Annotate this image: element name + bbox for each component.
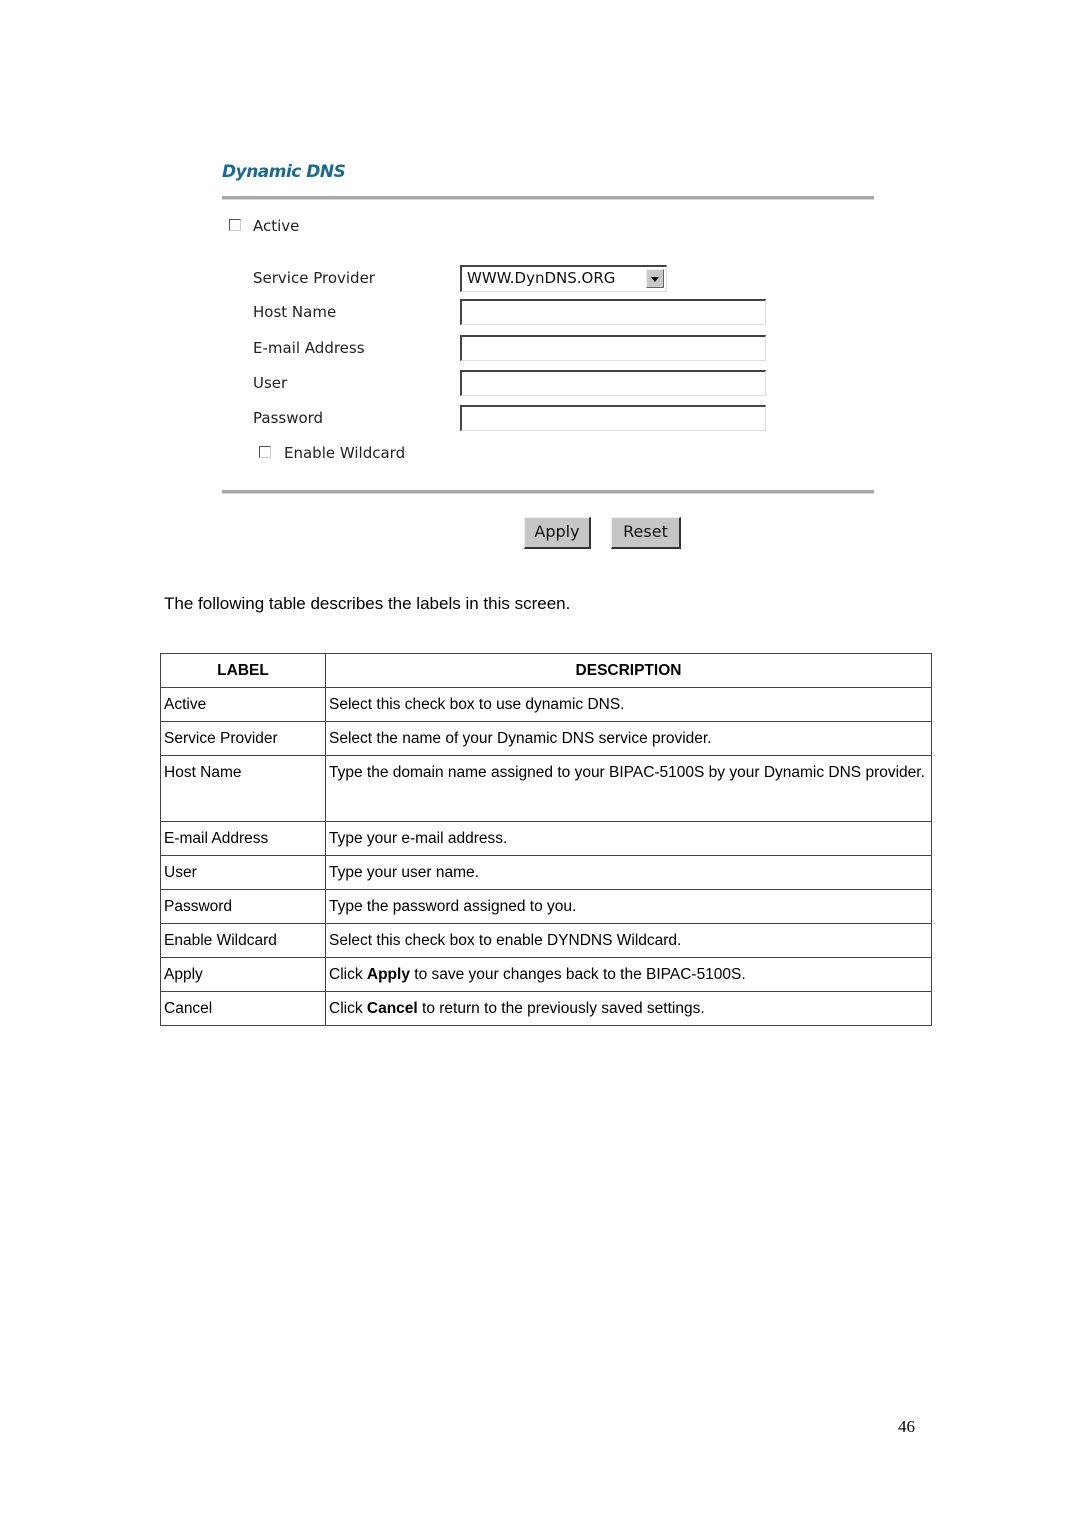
row-description: Click Apply to save your changes back to… (325, 957, 932, 992)
screen-title: Dynamic DNS (222, 162, 346, 182)
table-header-row: LABEL DESCRIPTION (160, 653, 932, 688)
table-row: Password Type the password assigned to yo… (160, 889, 932, 924)
row-label: Service Provider (160, 721, 326, 756)
table-row: Service Provider Select the name of your … (160, 721, 932, 756)
divider-bottom (222, 490, 874, 494)
row-label: Cancel (160, 991, 326, 1026)
row-description: Type your user name. (325, 855, 932, 890)
row-description: Select the name of your Dynamic DNS serv… (325, 721, 932, 756)
reset-button[interactable]: Reset (611, 517, 681, 549)
row-description: Click Cancel to return to the previously… (325, 991, 932, 1026)
description-keyword: Apply (366, 966, 410, 983)
apply-button[interactable]: Apply (524, 517, 591, 549)
row-label: Password (160, 889, 326, 924)
table-row: User Type your user name. (160, 855, 932, 890)
wildcard-checkbox[interactable] (259, 446, 271, 458)
row-label: Apply (160, 957, 326, 992)
description-text: Type the password assigned to you. (329, 898, 577, 915)
row-label: Active (160, 687, 326, 722)
row-description: Type your e-mail address. (325, 821, 932, 856)
email-address-label: E-mail Address (253, 339, 365, 357)
row-label: E-mail Address (160, 821, 326, 856)
description-text: Click (329, 966, 367, 983)
intro-text: The following table describes the labels… (164, 594, 571, 613)
description-text: Type the domain name assigned to your BI… (329, 764, 925, 781)
table-row: Enable Wildcard Select this check box to … (160, 923, 932, 958)
row-description: Type the password assigned to you. (325, 889, 932, 924)
row-label: Host Name (160, 755, 326, 822)
row-label: Enable Wildcard (160, 923, 326, 958)
description-text: Select the name of your Dynamic DNS serv… (329, 730, 712, 747)
wildcard-label: Enable Wildcard (284, 444, 406, 462)
table-row: Apply Click Apply to save your changes ba… (160, 957, 932, 992)
table-row: Cancel Click Cancel to return to the prev… (160, 991, 932, 1026)
header-label: LABEL (160, 653, 326, 688)
description-text: Type your user name. (329, 864, 479, 881)
description-text: Select this check box to use dynamic DNS… (329, 696, 625, 713)
host-name-input[interactable] (460, 299, 766, 325)
description-text: Click (329, 1000, 367, 1017)
divider-top (222, 196, 874, 200)
description-text-rest: to save your changes back to the BIPAC-5… (409, 966, 746, 983)
table-row: Active Select this check box to use dynam… (160, 687, 932, 722)
row-description: Select this check box to enable DYNDNS W… (325, 923, 932, 958)
row-description: Type the domain name assigned to your BI… (325, 755, 932, 822)
host-name-label: Host Name (253, 303, 337, 321)
email-address-input[interactable] (460, 335, 766, 361)
header-description: DESCRIPTION (325, 653, 932, 688)
service-provider-select[interactable]: WWW.DynDNS.ORG (460, 265, 667, 292)
service-provider-label: Service Provider (253, 269, 375, 287)
table-row: E-mail Address Type your e-mail address. (160, 821, 932, 856)
row-label: User (160, 855, 326, 890)
service-provider-value: WWW.DynDNS.ORG (467, 269, 616, 287)
description-text-rest: to return to the previously saved settin… (417, 1000, 705, 1017)
password-input[interactable] (460, 405, 766, 431)
description-text: Select this check box to enable DYNDNS W… (329, 932, 682, 949)
chevron-down-icon[interactable] (646, 269, 664, 288)
user-input[interactable] (460, 370, 766, 396)
description-text: Type your e-mail address. (329, 830, 508, 847)
page-number: 46 (898, 1417, 915, 1436)
active-checkbox[interactable] (229, 219, 241, 231)
row-description: Select this check box to use dynamic DNS… (325, 687, 932, 722)
user-label: User (253, 374, 288, 392)
active-label: Active (253, 217, 300, 235)
table-row: Host Name Type the domain name assigned t… (160, 755, 932, 822)
description-keyword: Cancel (366, 1000, 418, 1017)
password-label: Password (253, 409, 324, 427)
label-description-table: LABEL DESCRIPTION Active Select this chec… (160, 653, 932, 1026)
